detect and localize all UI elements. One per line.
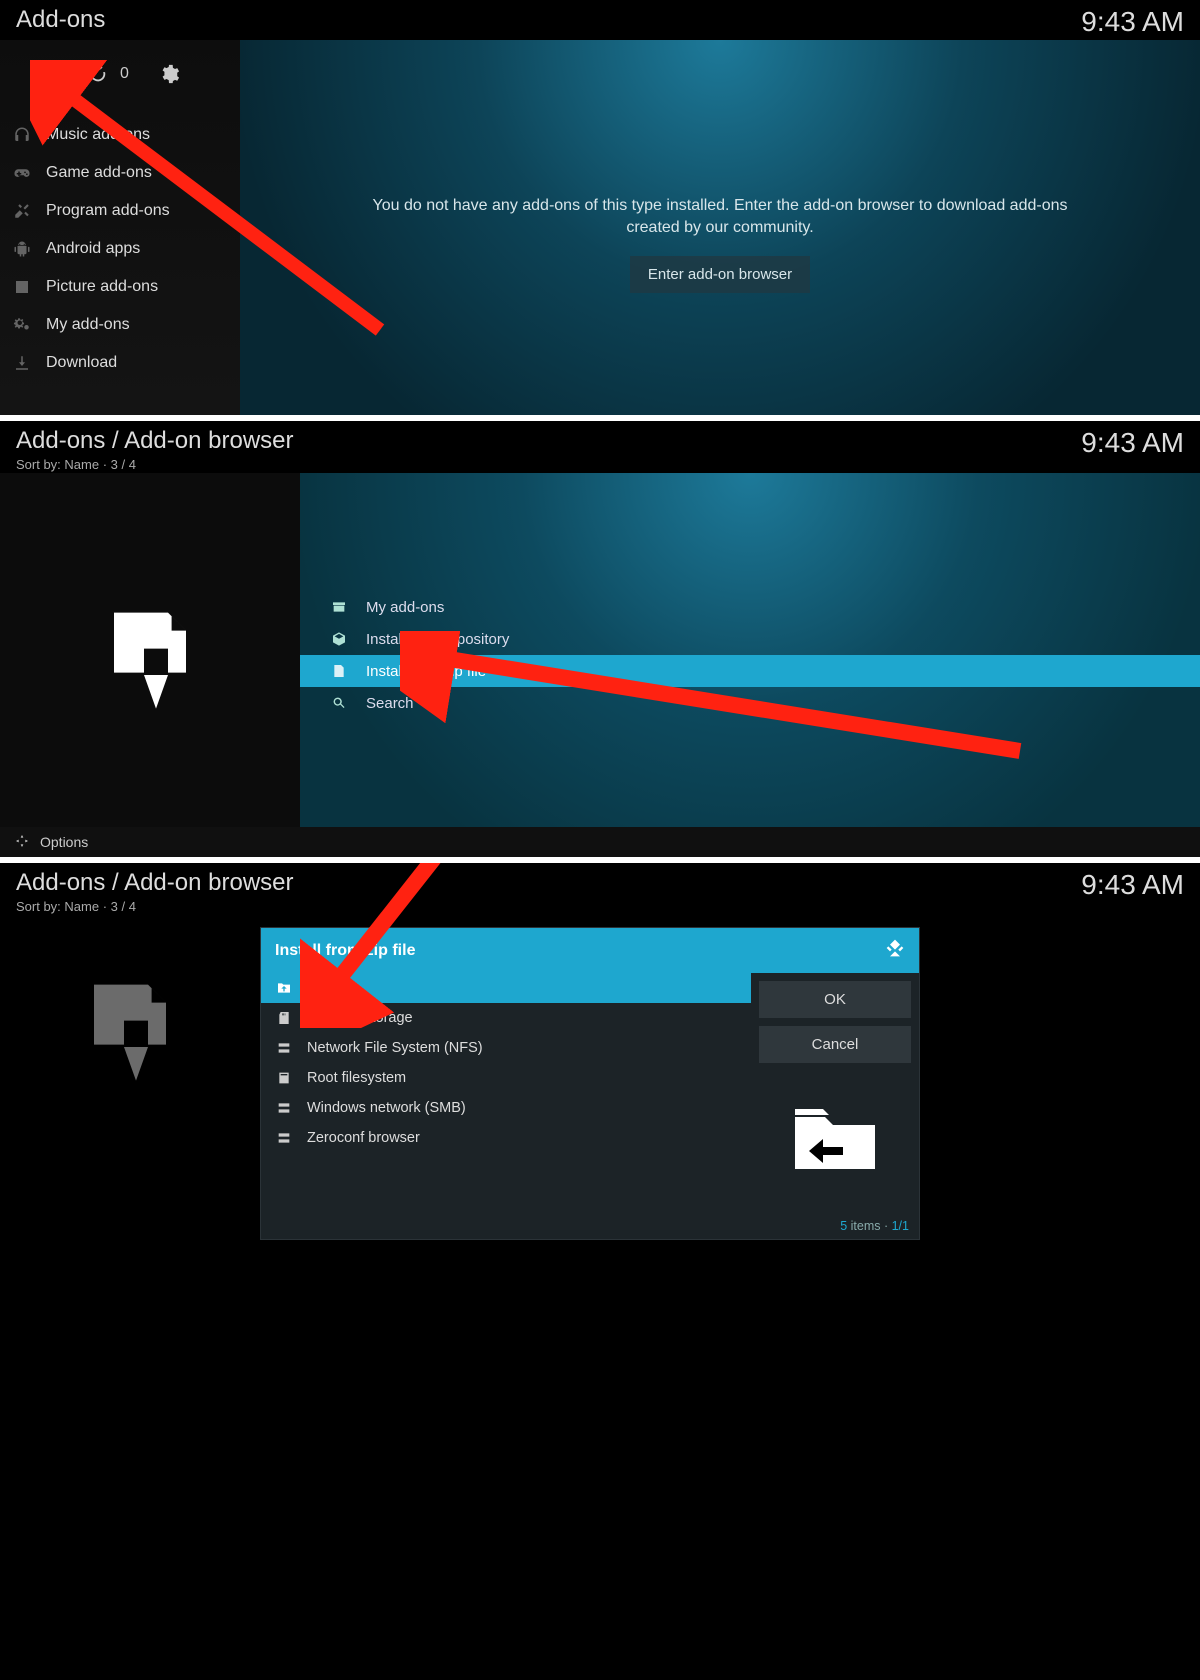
search-icon — [330, 694, 348, 712]
file-item-label: Root filesystem — [307, 1070, 406, 1086]
tools-icon — [12, 201, 32, 221]
box-icon[interactable] — [34, 62, 58, 86]
menu-item-label: Install from zip file — [366, 663, 486, 680]
sidebar-item-label: Download — [46, 354, 117, 372]
empty-message: You do not have any add-ons of this type… — [350, 195, 1090, 240]
network-icon — [275, 1099, 293, 1117]
install-from-zip-dialog: Install from zip file .. External storag… — [260, 927, 920, 1240]
sidebar-item-android[interactable]: Android apps — [0, 230, 240, 268]
item-count: 5 items · 1/1 — [261, 1215, 919, 1239]
file-item-label: Windows network (SMB) — [307, 1100, 466, 1116]
file-item-label: Network File System (NFS) — [307, 1040, 483, 1056]
sidebar-item-label: My add-ons — [46, 316, 130, 334]
sidebar-item-label: Android apps — [46, 240, 140, 258]
sidebar-item-label: Program add-ons — [46, 202, 170, 220]
folder-preview — [759, 1071, 911, 1207]
options-icon[interactable] — [14, 833, 30, 852]
menu-item-label: My add-ons — [366, 599, 444, 616]
file-item-zeroconf[interactable]: Zeroconf browser — [261, 1123, 751, 1153]
main-pane: You do not have any add-ons of this type… — [240, 40, 1200, 415]
refresh-icon[interactable] — [86, 62, 110, 86]
page-subtitle: Sort by: Name · 3 / 4 — [16, 457, 294, 472]
menu-item-label: Search — [366, 695, 414, 712]
picture-icon — [12, 277, 32, 297]
sidebar-item-myaddons[interactable]: My add-ons — [0, 306, 240, 344]
kodi-logo-icon — [885, 938, 905, 963]
sidebar-item-label: Music add-ons — [46, 126, 150, 144]
clock: 9:43 AM — [1081, 427, 1184, 459]
headphones-icon — [12, 125, 32, 145]
ok-button[interactable]: OK — [759, 981, 911, 1018]
download-icon — [12, 353, 32, 373]
box-open-icon — [330, 598, 348, 616]
file-item-label: Zeroconf browser — [307, 1130, 420, 1146]
sidebar-item-music[interactable]: Music add-ons — [0, 116, 240, 154]
page-title: Add-ons / Add-on browser — [16, 427, 294, 455]
package-icon — [330, 630, 348, 648]
page-subtitle: Sort by: Name · 3 / 4 — [16, 899, 294, 914]
file-item-external[interactable]: External storage — [261, 1003, 751, 1033]
file-item-up[interactable]: .. — [261, 973, 751, 1003]
sidebar-item-program[interactable]: Program add-ons — [0, 192, 240, 230]
file-item-root[interactable]: Root filesystem — [261, 1063, 751, 1093]
sidebar-item-game[interactable]: Game add-ons — [0, 154, 240, 192]
sd-card-icon — [275, 1009, 293, 1027]
menu-item-repo[interactable]: Install from repository — [300, 623, 1200, 655]
zip-download-icon — [85, 603, 215, 728]
clock: 9:43 AM — [1081, 869, 1184, 901]
enter-addon-browser-button[interactable]: Enter add-on browser — [630, 256, 810, 293]
gamepad-icon — [12, 163, 32, 183]
folder-up-icon — [275, 979, 293, 997]
menu-item-myaddons[interactable]: My add-ons — [300, 591, 1200, 623]
gears-icon — [12, 315, 32, 335]
menu-item-zip[interactable]: Install from zip file — [300, 655, 1200, 687]
menu-item-search[interactable]: Search — [300, 687, 1200, 719]
dialog-title: Install from zip file — [275, 942, 415, 960]
file-item-smb[interactable]: Windows network (SMB) — [261, 1093, 751, 1123]
sidebar-item-label: Picture add-ons — [46, 278, 158, 296]
page-title: Add-ons — [16, 6, 105, 34]
file-item-label: External storage — [307, 1010, 413, 1026]
android-icon — [12, 239, 32, 259]
gear-icon[interactable] — [157, 62, 181, 86]
update-count: 0 — [120, 65, 129, 83]
sidebar-item-picture[interactable]: Picture add-ons — [0, 268, 240, 306]
network-icon — [275, 1129, 293, 1147]
file-item-label: .. — [307, 980, 315, 996]
sidebar-item-download[interactable]: Download — [0, 344, 240, 382]
drive-icon — [275, 1069, 293, 1087]
options-label[interactable]: Options — [40, 834, 88, 850]
zip-icon — [330, 662, 348, 680]
menu-item-label: Install from repository — [366, 631, 509, 648]
clock: 9:43 AM — [1081, 6, 1184, 38]
file-item-nfs[interactable]: Network File System (NFS) — [261, 1033, 751, 1063]
cancel-button[interactable]: Cancel — [759, 1026, 911, 1063]
sidebar: 0 Music add-ons Game add-ons Program add… — [0, 40, 240, 415]
sidebar-item-label: Game add-ons — [46, 164, 152, 182]
network-icon — [275, 1039, 293, 1057]
page-title: Add-ons / Add-on browser — [16, 869, 294, 897]
zip-download-icon — [65, 975, 195, 1680]
